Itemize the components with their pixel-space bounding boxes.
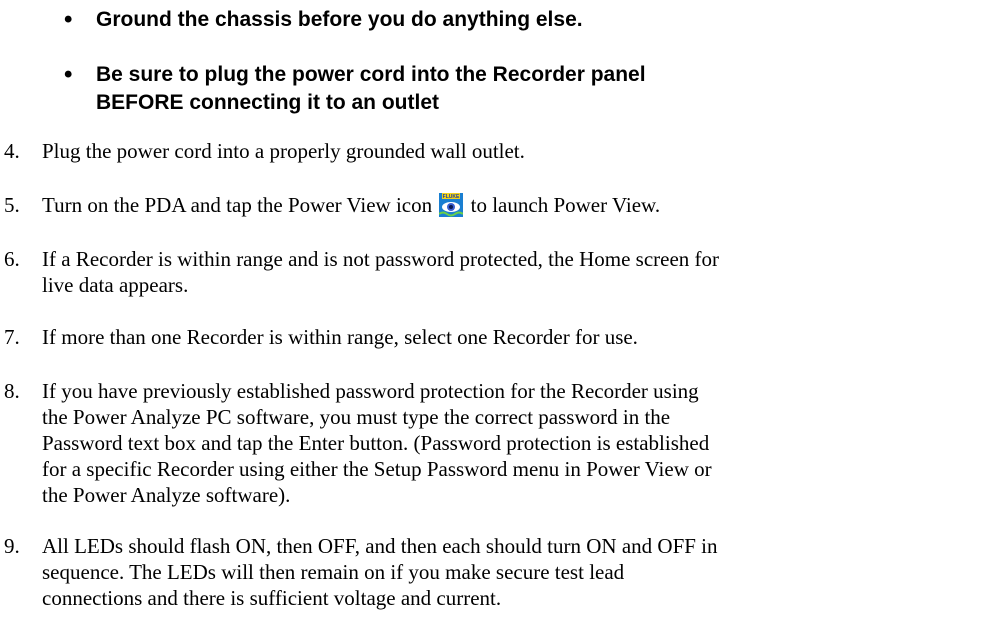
step-line: Password text box and tap the Enter butt… xyxy=(42,431,710,455)
step-text: Plug the power cord into a properly grou… xyxy=(42,138,1008,164)
step-line: live data appears. xyxy=(42,273,189,297)
step-number: 5. xyxy=(4,193,20,217)
step-line: All LEDs should flash ON, then OFF, and … xyxy=(42,534,718,558)
step-number: 6. xyxy=(4,247,20,271)
step-text-before-icon: Turn on the PDA and tap the Power View i… xyxy=(42,193,433,217)
bullet-marker: • xyxy=(64,6,73,33)
step-line: the Power Analyze software). xyxy=(42,483,291,507)
step-line: the Power Analyze PC software, you must … xyxy=(42,405,671,429)
step-text: Turn on the PDA and tap the Power View i… xyxy=(42,192,1008,218)
warning-item-power-cord: Be sure to plug the power cord into the … xyxy=(96,61,646,117)
step-number: 4. xyxy=(4,139,20,163)
step-text-after-icon: to launch Power View. xyxy=(470,193,661,217)
warning-item-ground: Ground the chassis before you do anythin… xyxy=(96,8,583,31)
step-number: 8. xyxy=(4,379,20,403)
step-text: If more than one Recorder is within rang… xyxy=(42,324,1008,350)
bullet-marker: • xyxy=(64,61,73,88)
step-line: If more than one Recorder is within rang… xyxy=(42,325,638,349)
step-line: sequence. The LEDs will then remain on i… xyxy=(42,560,625,584)
document-page: • Ground the chassis before you do anyth… xyxy=(0,0,1008,627)
step-line: connections and there is sufficient volt… xyxy=(42,586,502,610)
step-line: If a Recorder is within range and is not… xyxy=(42,247,720,271)
step-text: If a Recorder is within range and is not… xyxy=(42,246,1008,298)
power-view-app-icon: FLUKE xyxy=(439,193,464,217)
icon-label: FLUKE xyxy=(443,194,460,200)
warning-line: BEFORE connecting it to an outlet xyxy=(96,91,439,114)
step-text: All LEDs should flash ON, then OFF, and … xyxy=(42,533,1008,611)
step-line: for a specific Recorder using either the… xyxy=(42,457,712,481)
step-number: 9. xyxy=(4,534,20,558)
step-line: If you have previously established passw… xyxy=(42,379,699,403)
step-text: If you have previously established passw… xyxy=(42,378,1008,508)
step-number: 7. xyxy=(4,325,20,349)
warning-line: Be sure to plug the power cord into the … xyxy=(96,63,646,86)
step-line: Plug the power cord into a properly grou… xyxy=(42,139,525,163)
